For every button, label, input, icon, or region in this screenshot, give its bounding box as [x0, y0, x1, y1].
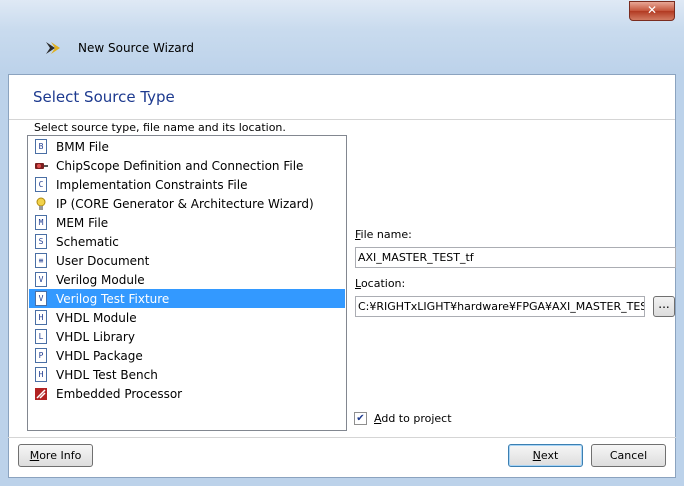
- more-info-button[interactable]: More Info: [18, 444, 93, 467]
- list-item-label: VHDL Module: [56, 310, 137, 325]
- cancel-button[interactable]: Cancel: [591, 444, 666, 467]
- verilog-test-fixture-icon: V: [34, 291, 48, 306]
- background-window-text: [120, 8, 163, 21]
- chipscope-icon: [34, 158, 48, 173]
- location-input[interactable]: C:¥RIGHTxLIGHT¥hardware¥FPGA¥AXI_MASTER_…: [355, 296, 645, 317]
- add-to-project-row[interactable]: ✔ Add to project: [354, 412, 452, 425]
- vhdl-test-bench-icon: H: [34, 367, 48, 382]
- list-item-label: VHDL Test Bench: [56, 367, 158, 382]
- file-name-label: File name:: [355, 228, 412, 241]
- list-item[interactable]: Embedded Processor: [29, 384, 345, 403]
- vhdl-module-icon: H: [34, 310, 48, 325]
- list-item-label: BMM File: [56, 139, 109, 154]
- list-item[interactable]: M MEM File: [29, 213, 345, 232]
- list-item-label: VHDL Package: [56, 348, 143, 363]
- ip-core-icon: [34, 196, 48, 211]
- list-item[interactable]: S Schematic: [29, 232, 345, 251]
- list-item[interactable]: P VHDL Package: [29, 346, 345, 365]
- list-item[interactable]: IP (CORE Generator & Architecture Wizard…: [29, 194, 345, 213]
- mem-file-icon: M: [34, 215, 48, 230]
- source-type-list[interactable]: B BMM File ChipScope Definition and Connec…: [27, 135, 347, 431]
- footer-divider: [8, 437, 676, 438]
- window-frame-right: [676, 74, 684, 486]
- title-bar: New Source Wizard ✕: [0, 0, 684, 74]
- next-button[interactable]: Next: [508, 444, 583, 467]
- constraints-file-icon: C: [34, 177, 48, 192]
- list-item[interactable]: H VHDL Module: [29, 308, 345, 327]
- list-item-label: Schematic: [56, 234, 119, 249]
- dialog-client-area: Select Source Type Select source type, f…: [8, 74, 676, 478]
- close-button[interactable]: ✕: [629, 1, 675, 21]
- list-item[interactable]: ChipScope Definition and Connection File: [29, 156, 345, 175]
- wizard-icon: [46, 42, 60, 54]
- schematic-icon: S: [34, 234, 48, 249]
- header-divider: [9, 119, 675, 120]
- user-document-icon: ≡: [34, 253, 48, 268]
- list-item-label: User Document: [56, 253, 150, 268]
- list-item-label: ChipScope Definition and Connection File: [56, 158, 304, 173]
- add-to-project-label: Add to project: [374, 412, 452, 425]
- instruction-text: Select source type, file name and its lo…: [34, 121, 286, 134]
- list-item[interactable]: ≡ User Document: [29, 251, 345, 270]
- list-item[interactable]: B BMM File: [29, 137, 345, 156]
- vhdl-package-icon: P: [34, 348, 48, 363]
- window-title: New Source Wizard: [78, 41, 194, 55]
- bmm-file-icon: B: [34, 139, 48, 154]
- window-frame-left: [0, 74, 8, 486]
- window-frame-bottom: [0, 478, 684, 486]
- verilog-module-icon: V: [34, 272, 48, 287]
- list-item[interactable]: V Verilog Module: [29, 270, 345, 289]
- file-name-input[interactable]: AXI_MASTER_TEST_tf: [355, 247, 676, 268]
- list-item[interactable]: L VHDL Library: [29, 327, 345, 346]
- list-item-label: VHDL Library: [56, 329, 135, 344]
- list-item-label: Implementation Constraints File: [56, 177, 248, 192]
- list-item-label: Verilog Test Fixture: [56, 291, 170, 306]
- browse-button[interactable]: ...: [653, 296, 675, 317]
- embedded-processor-icon: [34, 386, 48, 401]
- list-item-label: IP (CORE Generator & Architecture Wizard…: [56, 196, 314, 211]
- list-item[interactable]: V Verilog Test Fixture: [29, 289, 345, 308]
- list-item[interactable]: C Implementation Constraints File: [29, 175, 345, 194]
- location-label: Location:: [355, 277, 406, 290]
- vhdl-library-icon: L: [34, 329, 48, 344]
- page-title: Select Source Type: [33, 88, 175, 106]
- add-to-project-checkbox[interactable]: ✔: [354, 412, 367, 425]
- list-item-label: Verilog Module: [56, 272, 145, 287]
- list-item-label: Embedded Processor: [56, 386, 183, 401]
- list-item[interactable]: H VHDL Test Bench: [29, 365, 345, 384]
- list-item-label: MEM File: [56, 215, 109, 230]
